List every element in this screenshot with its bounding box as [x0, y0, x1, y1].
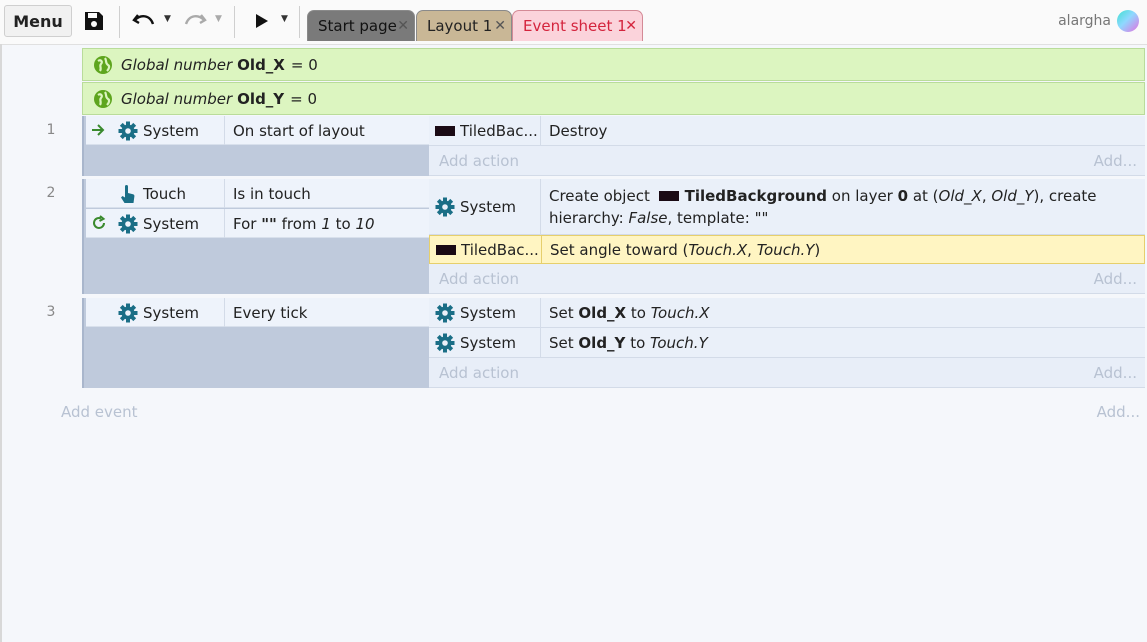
tiled-background-icon [658, 191, 679, 201]
conditions-area[interactable]: System On start of layout [82, 116, 431, 176]
trigger-arrow-icon [92, 124, 105, 136]
event-number: 3 [46, 304, 56, 320]
actions-area[interactable]: TiledBac... Destroy Add action Add... [429, 116, 1145, 176]
close-icon[interactable]: ✕ [397, 18, 409, 34]
condition-object: System [143, 214, 199, 233]
event-number: 1 [46, 122, 56, 138]
action-text[interactable]: Create object TiledBackground on layer 0… [549, 179, 1137, 234]
action-row[interactable]: TiledBac... Destroy [429, 116, 1145, 146]
event-number: 2 [46, 185, 56, 201]
add-more-link[interactable]: Add... [1097, 403, 1140, 421]
gear-icon [118, 303, 138, 322]
action-object: TiledBac... [461, 240, 539, 259]
event-block-3[interactable]: System Every tick System Set Old_X to To… [82, 298, 1145, 388]
add-more-link[interactable]: Add... [1094, 152, 1137, 170]
conditions-area[interactable]: System Every tick [82, 298, 431, 388]
action-text[interactable]: Set angle toward (Touch.X, Touch.Y) [550, 236, 1136, 263]
globe-icon [94, 55, 112, 74]
tab-layout-1[interactable]: Layout 1 ✕ [416, 10, 512, 41]
condition-text[interactable]: On start of layout [233, 116, 365, 145]
condition-row[interactable]: System On start of layout [86, 116, 431, 145]
toolbar: Menu ▼ ▼ ▼ Start page ✕ Layout 1 ✕ Event… [0, 0, 1147, 45]
redo-menu-chevron-icon[interactable]: ▼ [215, 14, 222, 24]
global-variable-old-y[interactable]: Global number Old_Y = 0 [82, 82, 1145, 115]
tiled-background-icon [435, 125, 455, 136]
tab-start-page[interactable]: Start page ✕ [307, 10, 415, 41]
condition-row[interactable]: Touch Is in touch [86, 179, 431, 208]
loop-icon [93, 215, 106, 229]
condition-object: System [143, 121, 199, 140]
gear-icon [435, 303, 455, 322]
redo-icon[interactable] [182, 7, 208, 35]
conditions-area[interactable]: Touch Is in touch System For "" from 1 t… [82, 179, 431, 294]
action-object: System [460, 333, 516, 352]
close-icon[interactable]: ✕ [494, 18, 506, 34]
undo-icon[interactable] [131, 7, 157, 35]
variable-name: Old_X [237, 55, 285, 74]
condition-text[interactable]: Is in touch [233, 179, 311, 208]
run-menu-chevron-icon[interactable]: ▼ [281, 14, 288, 24]
condition-object: System [143, 303, 199, 322]
gear-icon [118, 121, 138, 140]
user-name[interactable]: alargha [1058, 13, 1111, 29]
add-action-link[interactable]: Add action [439, 152, 519, 170]
action-text[interactable]: Set Old_Y to Touch.Y [549, 328, 1137, 357]
action-row[interactable]: System Set Old_Y to Touch.Y [429, 328, 1145, 358]
action-text[interactable]: Destroy [549, 116, 1137, 145]
tab-event-sheet-1[interactable]: Event sheet 1 ✕ [512, 10, 643, 41]
action-object: TiledBac... [460, 121, 538, 140]
add-action-link[interactable]: Add action [439, 364, 519, 382]
gear-icon [435, 197, 455, 216]
add-event-link[interactable]: Add event [61, 403, 138, 421]
add-more-link[interactable]: Add... [1094, 364, 1137, 382]
add-action-link[interactable]: Add action [439, 270, 519, 288]
undo-menu-chevron-icon[interactable]: ▼ [164, 14, 171, 24]
condition-row[interactable]: System For "" from 1 to 10 [86, 209, 431, 238]
left-border [0, 44, 2, 642]
avatar[interactable] [1117, 10, 1139, 32]
gear-icon [118, 214, 138, 233]
global-variable-old-x[interactable]: Global number Old_X = 0 [82, 48, 1145, 81]
event-block-2[interactable]: Touch Is in touch System For "" from 1 t… [82, 179, 1145, 294]
event-block-1[interactable]: System On start of layout TiledBac... De… [82, 116, 1145, 176]
condition-row[interactable]: System Every tick [86, 298, 431, 327]
condition-object: Touch [143, 184, 187, 203]
close-icon[interactable]: ✕ [625, 18, 637, 34]
action-text[interactable]: Set Old_X to Touch.X [549, 298, 1137, 327]
condition-text[interactable]: For "" from 1 to 10 [233, 209, 375, 238]
action-row-selected[interactable]: TiledBac... Set angle toward (Touch.X, T… [429, 235, 1145, 264]
actions-area[interactable]: System Set Old_X to Touch.X System Set O… [429, 298, 1145, 388]
action-object: System [460, 197, 516, 216]
condition-text[interactable]: Every tick [233, 298, 307, 327]
add-more-link[interactable]: Add... [1094, 270, 1137, 288]
action-object: System [460, 303, 516, 322]
tiled-background-icon [436, 244, 456, 255]
variable-name: Old_Y [237, 89, 285, 108]
action-row[interactable]: System Create object TiledBackground on … [429, 179, 1145, 235]
play-icon[interactable] [249, 7, 275, 35]
gear-icon [435, 333, 455, 352]
menu-button[interactable]: Menu [4, 5, 72, 37]
save-icon[interactable] [81, 7, 107, 35]
action-row[interactable]: System Set Old_X to Touch.X [429, 298, 1145, 328]
globe-icon [94, 89, 112, 108]
touch-hand-icon [121, 184, 135, 203]
actions-area[interactable]: System Create object TiledBackground on … [429, 179, 1145, 294]
